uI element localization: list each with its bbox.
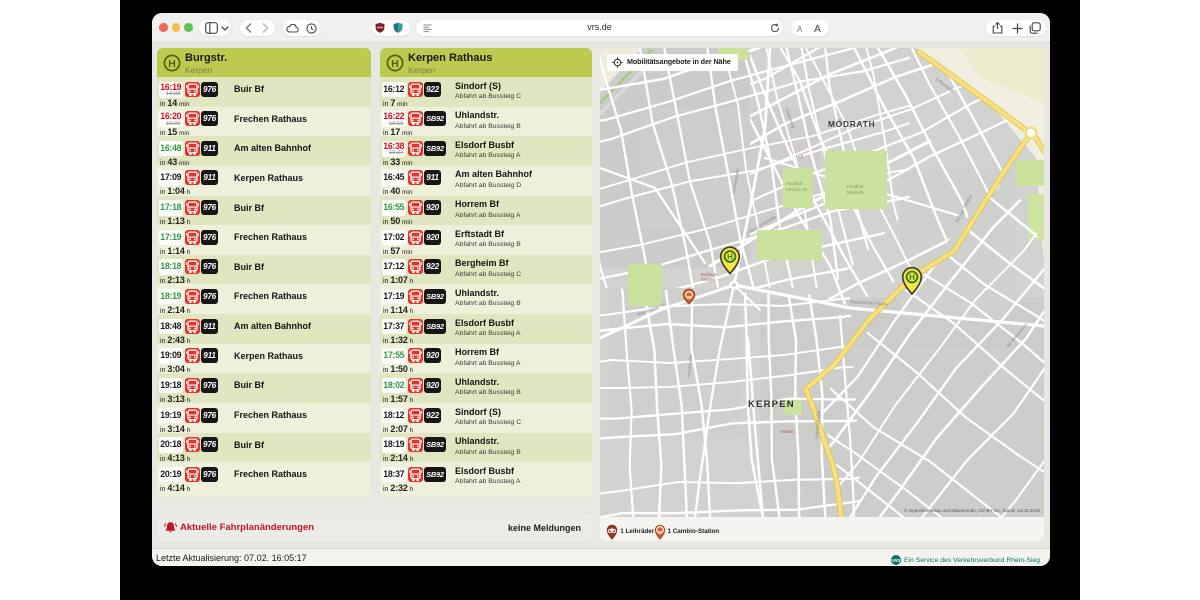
svg-text:Kerpen Alt: Kerpen Alt: [786, 187, 808, 192]
svg-text:MÖDRATH: MÖDRATH: [828, 119, 875, 129]
svg-text:Friedhof: Friedhof: [786, 181, 803, 186]
svg-text:H: H: [727, 252, 733, 261]
svg-text:Friedhof: Friedhof: [847, 184, 864, 189]
svg-text:H: H: [168, 58, 176, 70]
svg-text:Häuser: Häuser: [780, 429, 794, 434]
svg-text:H: H: [909, 273, 915, 282]
svg-text:H: H: [391, 58, 399, 70]
svg-text:Lidl: Lidl: [796, 154, 803, 159]
svg-text:Mödrath: Mödrath: [847, 190, 864, 195]
svg-text:VRS: VRS: [892, 557, 901, 562]
svg-text:KERPEN: KERPEN: [748, 399, 795, 410]
svg-text:Kerpen: Kerpen: [701, 277, 715, 282]
svg-text:© OpenStreetMap und Mitwirkend: © OpenStreetMap und Mitwirkende, CC-BY-S…: [904, 507, 1040, 513]
